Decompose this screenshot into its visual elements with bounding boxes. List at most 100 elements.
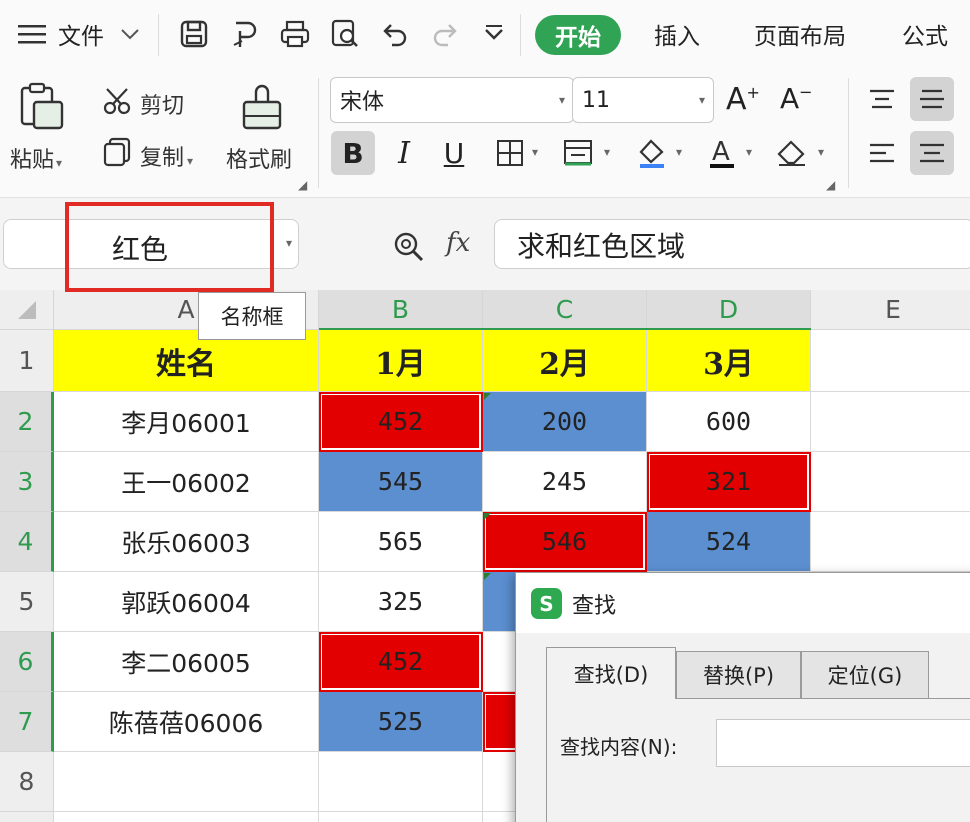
dialog-titlebar[interactable]: S 查找 (516, 573, 970, 633)
cell-a6[interactable]: 李二06005 (54, 632, 319, 692)
underline-button[interactable]: U (432, 131, 476, 175)
chevron-down-icon[interactable] (120, 12, 140, 56)
undo-icon[interactable] (382, 12, 410, 56)
chevron-down-icon[interactable]: ▾ (818, 145, 824, 159)
fill-color-icon[interactable] (630, 131, 674, 175)
cut-button[interactable]: 剪切 (140, 88, 184, 120)
scissors-icon[interactable] (103, 87, 131, 115)
dialog-launcher-icon[interactable]: ◢ (298, 178, 307, 192)
row-header-3[interactable]: 3 (0, 452, 54, 512)
cell-b3[interactable]: 545 (319, 452, 483, 512)
cell-b1[interactable]: 1月 (319, 330, 483, 392)
align-left-icon[interactable] (860, 131, 904, 175)
cell-b2[interactable]: 452 (319, 392, 483, 452)
dialog-launcher-icon[interactable]: ◢ (826, 178, 835, 192)
cell-d2[interactable]: 600 (647, 392, 811, 452)
align-middle-icon[interactable] (910, 77, 954, 121)
cell-b9[interactable] (319, 812, 483, 822)
cell-c3[interactable]: 245 (483, 452, 647, 512)
font-color-icon[interactable]: A (700, 131, 744, 175)
chevron-down-icon[interactable]: ▾ (604, 145, 610, 159)
cell-b4[interactable]: 565 (319, 512, 483, 572)
column-header-c[interactable]: C (483, 290, 647, 330)
cell-b5[interactable]: 325 (319, 572, 483, 632)
cell-a5[interactable]: 郭跃06004 (54, 572, 319, 632)
align-top-icon[interactable] (860, 77, 904, 121)
print-icon[interactable] (280, 12, 310, 56)
select-all-corner[interactable] (0, 290, 54, 330)
cell-d4[interactable]: 524 (647, 512, 811, 572)
tab-page-layout[interactable]: 页面布局 (754, 12, 846, 56)
paste-button[interactable]: 粘贴 ▾ (10, 142, 62, 174)
font-name-select[interactable]: 宋体 ▾ (330, 77, 574, 123)
cell-a3[interactable]: 王一06002 (54, 452, 319, 512)
cell-a8[interactable] (54, 752, 319, 812)
formula-input[interactable]: 求和红色区域 (494, 219, 970, 269)
cell-b6[interactable]: 452 (319, 632, 483, 692)
chevron-down-icon[interactable]: ▾ (746, 145, 752, 159)
cell-b7[interactable]: 525 (319, 692, 483, 752)
chevron-down-icon[interactable]: ▾ (286, 236, 292, 250)
tab-replace[interactable]: 替换(P) (676, 651, 801, 699)
cell-a9[interactable] (54, 812, 319, 822)
cell-e3[interactable] (811, 452, 970, 512)
align-bottom-icon[interactable] (958, 77, 970, 121)
tab-formulas[interactable]: 公式 (902, 12, 948, 56)
format-painter-icon[interactable] (240, 80, 284, 130)
tab-goto[interactable]: 定位(G) (801, 651, 929, 699)
customize-toolbar-icon[interactable] (484, 12, 504, 56)
cell-d3[interactable]: 321 (647, 452, 811, 512)
cell-c2[interactable]: 200 (483, 392, 647, 452)
row-header-9[interactable] (0, 812, 54, 822)
cell-c1[interactable]: 2月 (483, 330, 647, 392)
row-header-1[interactable]: 1 (0, 330, 54, 392)
row-header-4[interactable]: 4 (0, 512, 54, 572)
copy-button[interactable]: 复制 ▾ (140, 140, 193, 172)
cell-e1[interactable] (811, 330, 970, 392)
cell-a4[interactable]: 张乐06003 (54, 512, 319, 572)
borders-icon[interactable] (488, 131, 532, 175)
cell-e4[interactable] (811, 512, 970, 572)
tab-insert[interactable]: 插入 (654, 12, 700, 56)
paste-icon[interactable] (18, 82, 66, 130)
column-header-b[interactable]: B (319, 290, 483, 330)
format-painter-button[interactable]: 格式刷 (226, 142, 292, 174)
row-header-8[interactable]: 8 (0, 752, 54, 812)
copy-icon[interactable] (103, 137, 131, 167)
bold-button[interactable]: B (331, 131, 375, 175)
hamburger-menu-icon[interactable] (18, 12, 46, 56)
chevron-down-icon[interactable]: ▾ (676, 145, 682, 159)
chevron-down-icon[interactable]: ▾ (532, 145, 538, 159)
tab-find[interactable]: 查找(D) (546, 647, 676, 699)
cell-value: 524 (705, 527, 752, 556)
cell-style-icon[interactable] (556, 131, 600, 175)
decrease-font-size-icon[interactable]: A− (780, 82, 813, 115)
cell-a2[interactable]: 李月06001 (54, 392, 319, 452)
italic-button[interactable]: I (382, 131, 426, 175)
cell-a7[interactable]: 陈蓓蓓06006 (54, 692, 319, 752)
eraser-icon[interactable] (770, 131, 814, 175)
row-header-5[interactable]: 5 (0, 572, 54, 632)
row-header-7[interactable]: 7 (0, 692, 54, 752)
cell-c4[interactable]: 546 (483, 512, 647, 572)
redo-icon[interactable] (430, 12, 458, 56)
zoom-search-icon[interactable] (393, 231, 425, 263)
cell-d1[interactable]: 3月 (647, 330, 811, 392)
function-icon[interactable]: fx (446, 228, 470, 258)
find-content-input[interactable] (716, 719, 970, 767)
font-size-select[interactable]: 11 ▾ (572, 77, 714, 123)
align-center-icon[interactable] (910, 131, 954, 175)
column-header-d[interactable]: D (647, 290, 811, 330)
save-icon[interactable] (180, 12, 208, 56)
cell-value: 600 (705, 407, 752, 436)
export-pdf-icon[interactable] (230, 12, 260, 56)
cell-b8[interactable] (319, 752, 483, 812)
column-header-e[interactable]: E (811, 290, 970, 330)
tab-home[interactable]: 开始 (535, 15, 621, 55)
row-header-2[interactable]: 2 (0, 392, 54, 452)
print-preview-icon[interactable] (330, 12, 360, 56)
file-menu[interactable]: 文件 (58, 12, 104, 56)
cell-e2[interactable] (811, 392, 970, 452)
row-header-6[interactable]: 6 (0, 632, 54, 692)
increase-font-size-icon[interactable]: A+ (726, 82, 760, 117)
